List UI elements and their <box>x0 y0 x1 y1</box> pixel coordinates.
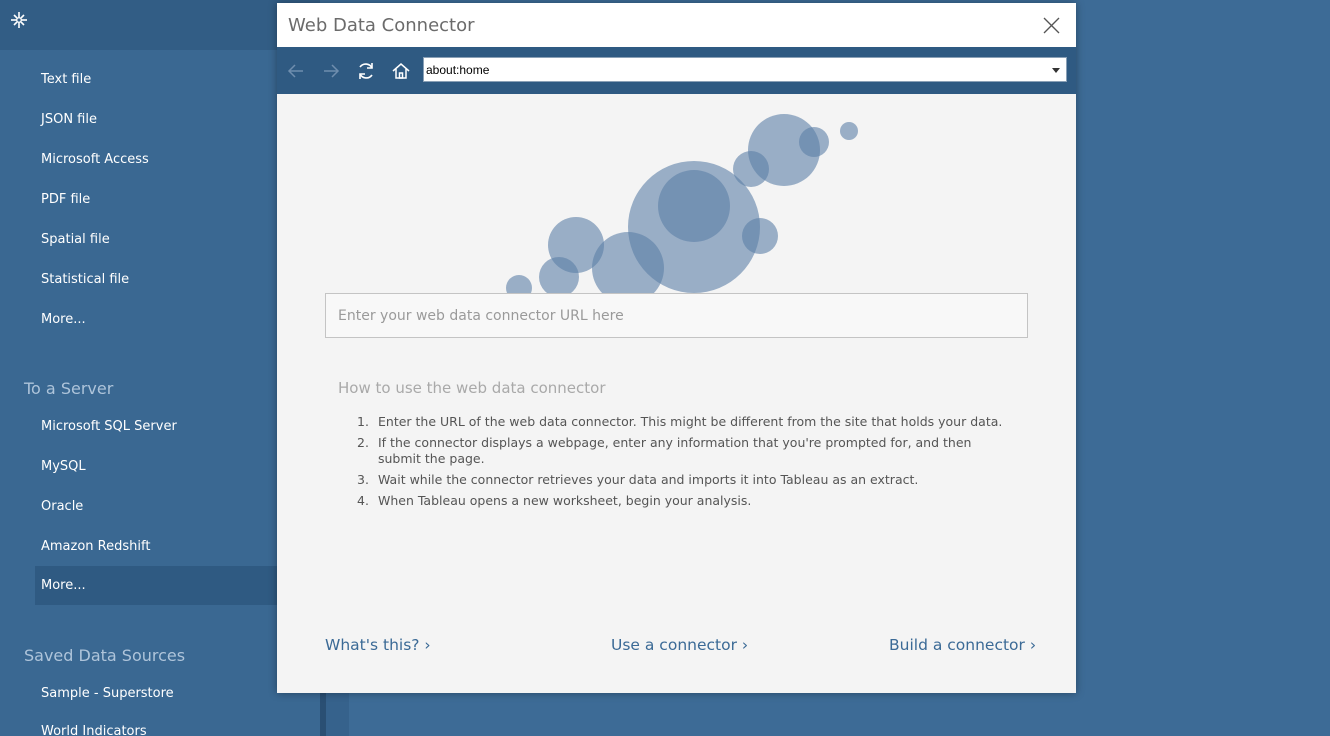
connector-url-field[interactable] <box>325 293 1028 338</box>
sidebar-header <box>0 0 320 50</box>
step-text: Wait while the connector retrieves your … <box>378 472 919 487</box>
sidebar-item-pdf-file[interactable]: PDF file <box>41 192 90 207</box>
sidebar-item-more-servers[interactable]: More... <box>35 566 280 605</box>
tableau-logo-icon[interactable] <box>9 10 29 30</box>
list-item: 1. Enter the URL of the web data connecto… <box>357 414 1017 430</box>
sidebar-item-statistical-file[interactable]: Statistical file <box>41 272 129 287</box>
sidebar-item-oracle[interactable]: Oracle <box>41 499 83 514</box>
step-number: 4. <box>357 493 369 508</box>
howto-steps: 1. Enter the URL of the web data connecto… <box>357 414 1017 514</box>
arrow-right-icon[interactable] <box>319 59 343 83</box>
url-input[interactable] <box>426 61 1036 79</box>
arrow-left-icon[interactable] <box>284 59 308 83</box>
web-data-connector-dialog: Web Data Connector about:home Enter your… <box>277 3 1076 693</box>
connector-url-input[interactable] <box>338 306 1008 326</box>
sidebar-item-json-file[interactable]: JSON file <box>41 112 97 127</box>
step-text: When Tableau opens a new worksheet, begi… <box>378 493 752 508</box>
bubble-illustration <box>506 114 858 294</box>
build-connector-link[interactable]: Build a connector › <box>889 636 1036 654</box>
list-item: 4. When Tableau opens a new worksheet, be… <box>357 493 1017 509</box>
whats-this-link[interactable]: What's this? › <box>325 636 431 654</box>
step-number: 3. <box>357 472 369 487</box>
sidebar-item-mysql[interactable]: MySQL <box>41 459 86 474</box>
heading-to-a-server: To a Server <box>24 379 114 398</box>
heading-saved-data-sources: Saved Data Sources <box>24 646 186 665</box>
sidebar-item-more-files[interactable]: More... <box>41 312 86 327</box>
sidebar-item-spatial-file[interactable]: Spatial file <box>41 232 110 247</box>
close-icon[interactable] <box>1037 13 1065 37</box>
list-item: 3. Wait while the connector retrieves you… <box>357 472 1017 488</box>
dialog-title: Web Data Connector <box>288 15 475 36</box>
step-text: If the connector displays a webpage, ent… <box>378 435 972 466</box>
step-number: 2. <box>357 435 369 450</box>
home-icon[interactable] <box>389 59 413 83</box>
browser-toolbar <box>277 47 1076 94</box>
sidebar-item-microsoft-access[interactable]: Microsoft Access <box>41 152 149 167</box>
sidebar-item-amazon-redshift[interactable]: Amazon Redshift <box>41 539 150 554</box>
sidebar-item-label: More... <box>41 578 86 593</box>
refresh-icon[interactable] <box>354 59 378 83</box>
step-text: Enter the URL of the web data connector.… <box>378 414 1003 429</box>
sidebar: Text file JSON file Microsoft Access PDF… <box>0 0 320 736</box>
dialog-titlebar[interactable]: Web Data Connector <box>277 3 1076 47</box>
list-item: 2. If the connector displays a webpage, e… <box>357 435 1017 467</box>
main-panel <box>326 692 349 736</box>
chevron-down-icon[interactable] <box>1050 64 1062 76</box>
howto-title: How to use the web data connector <box>338 379 606 397</box>
sidebar-item-sample-superstore[interactable]: Sample - Superstore <box>41 686 174 701</box>
sidebar-item-sql-server[interactable]: Microsoft SQL Server <box>41 419 177 434</box>
dialog-content: How to use the web data connector 1. Ente… <box>277 94 1076 693</box>
use-connector-link[interactable]: Use a connector › <box>611 636 748 654</box>
sidebar-item-world-indicators[interactable]: World Indicators <box>41 724 147 736</box>
step-number: 1. <box>357 414 369 429</box>
sidebar-item-text-file[interactable]: Text file <box>41 72 91 87</box>
url-bar[interactable] <box>423 57 1067 82</box>
